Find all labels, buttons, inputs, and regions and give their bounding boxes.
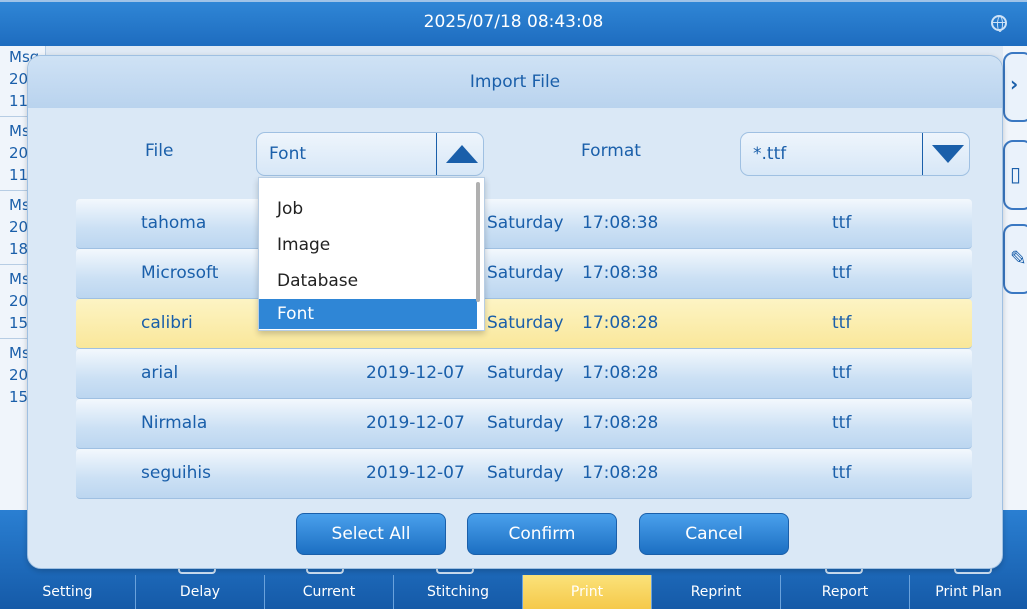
format-label: Format xyxy=(581,141,641,161)
table-row[interactable]: seguihis 2019-12-07 Saturday 17:08:28 tt… xyxy=(76,449,972,499)
side-button-bottom[interactable]: ✎ xyxy=(1003,224,1027,294)
tab-reprint[interactable]: Reprint xyxy=(651,575,780,609)
tab-setting[interactable]: Setting xyxy=(0,575,135,609)
tab-current[interactable]: Current xyxy=(264,575,393,609)
tab-report[interactable]: Report xyxy=(780,575,909,609)
file-time: 17:08:38 xyxy=(582,213,659,233)
top-bar: 2025/07/18 08:43:08 xyxy=(0,0,1027,46)
file-select-value: Font xyxy=(269,144,307,164)
file-select-toggle[interactable] xyxy=(436,133,483,175)
dropdown-item-font[interactable]: Font xyxy=(259,299,477,329)
file-time: 17:08:28 xyxy=(582,363,659,383)
file-name: arial xyxy=(141,363,179,383)
document-icon: ▯ xyxy=(1010,162,1022,186)
file-day: Saturday xyxy=(487,263,564,283)
chevron-right-icon: › xyxy=(1010,72,1019,96)
dropdown-item-job[interactable]: Job xyxy=(259,194,477,224)
dropdown-scrollbar[interactable] xyxy=(476,182,480,302)
side-button-top[interactable]: › xyxy=(1003,52,1027,122)
caret-down-icon xyxy=(932,145,964,163)
file-type: ttf xyxy=(832,313,852,333)
file-day: Saturday xyxy=(487,313,564,333)
file-type: ttf xyxy=(832,213,852,233)
file-day: Saturday xyxy=(487,213,564,233)
datetime-display: 2025/07/18 08:43:08 xyxy=(423,12,604,32)
file-dropdown-list: Job Image Database Font xyxy=(258,177,485,331)
file-name: seguihis xyxy=(141,463,211,483)
confirm-button[interactable]: Confirm xyxy=(467,513,617,555)
file-date: 2019-12-07 xyxy=(366,413,465,433)
file-time: 17:08:38 xyxy=(582,263,659,283)
file-name: calibri xyxy=(141,313,193,333)
file-name: Nirmala xyxy=(141,413,208,433)
dropdown-item-image[interactable]: Image xyxy=(259,230,477,260)
dropdown-item-database[interactable]: Database xyxy=(259,266,477,296)
format-select-toggle[interactable] xyxy=(922,133,969,175)
edit-icon: ✎ xyxy=(1010,246,1027,270)
file-time: 17:08:28 xyxy=(582,313,659,333)
table-row[interactable]: Microsoft Saturday 17:08:38 ttf xyxy=(76,249,972,299)
file-name: Microsoft xyxy=(141,263,219,283)
format-select-value: *.ttf xyxy=(753,144,787,164)
dialog-title: Import File xyxy=(28,56,1002,108)
file-type: ttf xyxy=(832,263,852,283)
import-file-dialog: Import File File Font Format *.ttf tahom… xyxy=(27,55,1003,569)
table-row-selected[interactable]: calibri Saturday 17:08:28 ttf xyxy=(76,299,972,349)
file-table: tahoma Saturday 17:08:38 ttf Microsoft S… xyxy=(76,199,972,499)
file-label: File xyxy=(145,141,174,161)
file-name: tahoma xyxy=(141,213,207,233)
file-type: ttf xyxy=(832,413,852,433)
table-row[interactable]: tahoma Saturday 17:08:38 ttf xyxy=(76,199,972,249)
file-day: Saturday xyxy=(487,363,564,383)
file-type: ttf xyxy=(832,363,852,383)
file-day: Saturday xyxy=(487,463,564,483)
file-time: 17:08:28 xyxy=(582,463,659,483)
file-time: 17:08:28 xyxy=(582,413,659,433)
tab-delay[interactable]: Delay xyxy=(135,575,264,609)
file-select[interactable]: Font xyxy=(256,132,484,176)
tab-stitching[interactable]: Stitching xyxy=(393,575,522,609)
table-row[interactable]: Nirmala 2019-12-07 Saturday 17:08:28 ttf xyxy=(76,399,972,449)
file-type: ttf xyxy=(832,463,852,483)
file-day: Saturday xyxy=(487,413,564,433)
file-date: 2019-12-07 xyxy=(366,463,465,483)
tab-print[interactable]: Print xyxy=(522,575,651,609)
tab-print-plan[interactable]: Print Plan xyxy=(909,575,1027,609)
globe-icon[interactable] xyxy=(991,15,1007,32)
side-button-middle[interactable]: ▯ xyxy=(1003,140,1027,210)
select-all-button[interactable]: Select All xyxy=(296,513,446,555)
caret-up-icon xyxy=(446,145,478,163)
file-date: 2019-12-07 xyxy=(366,363,465,383)
cancel-button[interactable]: Cancel xyxy=(639,513,789,555)
table-row[interactable]: arial 2019-12-07 Saturday 17:08:28 ttf xyxy=(76,349,972,399)
format-select[interactable]: *.ttf xyxy=(740,132,970,176)
